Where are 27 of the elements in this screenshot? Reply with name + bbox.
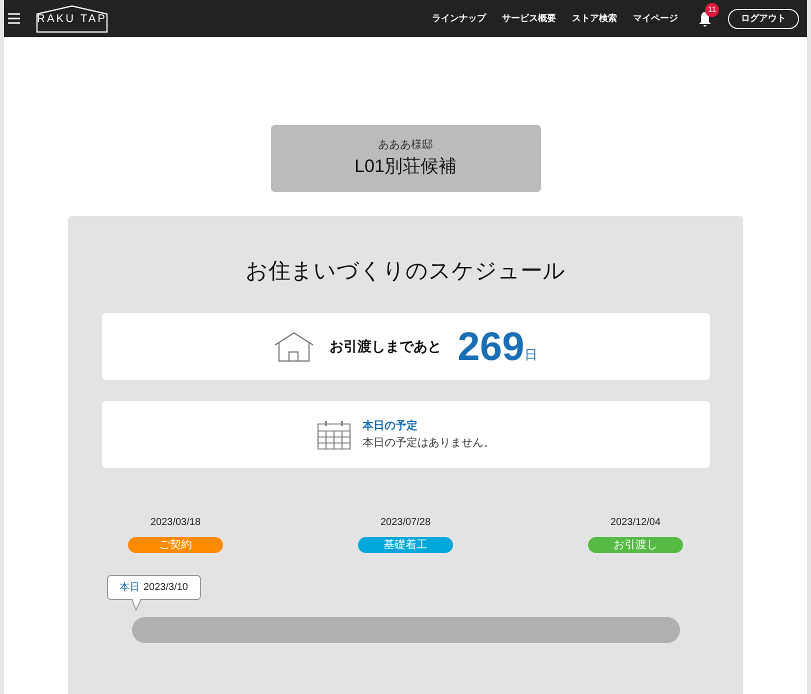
nav-link[interactable]: ラインナップ	[432, 12, 486, 26]
notification-badge: 11	[705, 2, 719, 16]
milestone-date: 2023/03/18	[150, 516, 201, 530]
nav-link[interactable]: ストア検索	[572, 12, 617, 26]
schedule-title: お住まいづくりのスケジュール	[246, 257, 566, 285]
milestone-date: 2023/07/28	[380, 516, 431, 530]
milestone-tag: ご契約	[128, 537, 223, 553]
today-message: 本日の予定はありません。	[362, 436, 494, 450]
menu-icon[interactable]	[8, 13, 20, 24]
house-icon	[274, 332, 314, 362]
logo[interactable]: RAKU TAP	[36, 4, 108, 32]
countdown-label: お引渡しまであと	[330, 337, 442, 356]
calendar-icon	[316, 420, 350, 450]
milestone-tag: お引渡し	[588, 537, 683, 553]
nav-link[interactable]: マイページ	[633, 12, 678, 26]
today-heading: 本日の予定	[362, 418, 418, 434]
nav-link[interactable]: サービス概要	[502, 12, 556, 26]
milestone-tag: 基礎着工	[358, 537, 453, 553]
today-label: 本日	[120, 580, 140, 595]
logout-button[interactable]: ログアウト	[728, 8, 799, 28]
bell-icon[interactable]	[698, 10, 712, 26]
milestone-date: 2023/12/04	[610, 516, 661, 530]
owner-name: あああ様邸	[378, 138, 433, 153]
today-date: 2023/3/10	[144, 581, 188, 595]
days-remaining: 269	[458, 326, 524, 366]
days-unit: 日	[524, 346, 538, 364]
property-name: L01別荘候補	[354, 155, 457, 178]
